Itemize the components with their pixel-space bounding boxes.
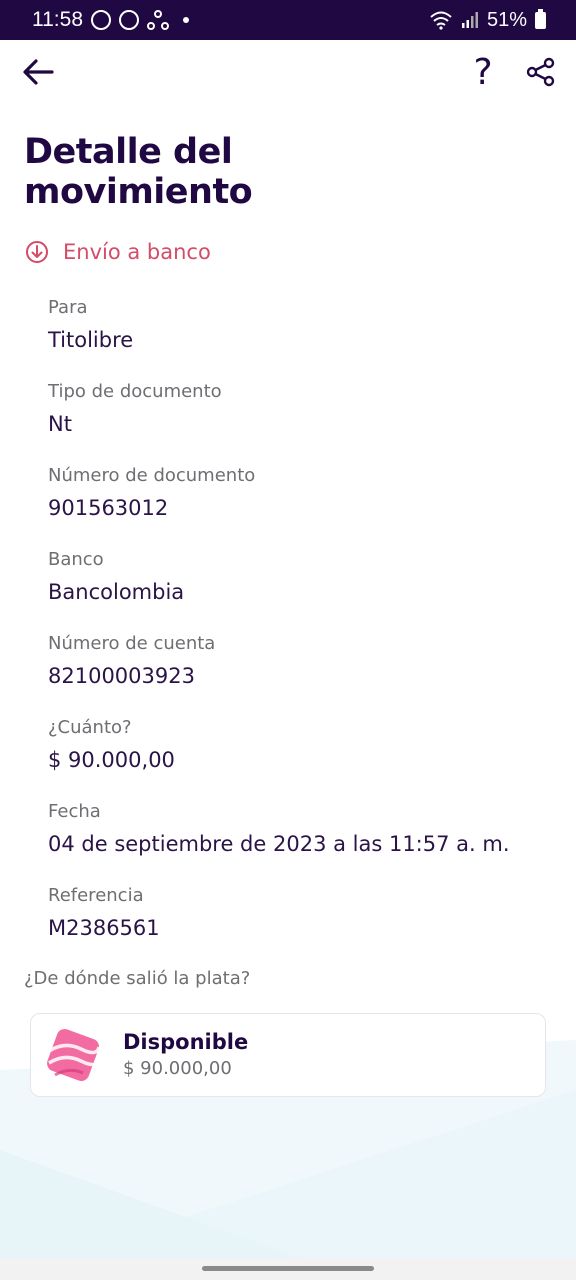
app-bar: ? [0,40,576,104]
source-question: ¿De dónde salió la plata? [24,968,251,989]
detail-item-para: Para Titolibre [48,296,558,380]
whatsapp-icon [91,10,111,30]
detail-item-banco: Banco Bancolombia [48,548,558,632]
help-button[interactable]: ? [464,48,502,96]
detail-value: Nt [48,412,72,436]
page-title: Detalle del movimiento [24,132,253,212]
detail-label: Fecha [48,801,101,822]
arrow-down-circle-icon [26,241,48,263]
arrow-left-icon [23,59,54,85]
status-right: 51% [429,8,546,32]
detail-item-cuanto: ¿Cuánto? $ 90.000,00 [48,716,558,800]
status-left: 11:58 [32,8,189,32]
status-bar: 11:58 51% [0,0,576,40]
help-icon: ? [473,51,493,93]
detail-value: $ 90.000,00 [48,748,175,772]
notification-dot [183,17,189,23]
share-icon [526,57,555,87]
detail-value: Titolibre [48,328,134,352]
detail-item-numero-documento: Número de documento 901563012 [48,464,558,548]
detail-value: M2386561 [48,916,160,940]
detail-label: Número de documento [48,465,256,486]
detail-item-referencia: Referencia M2386561 [48,884,558,968]
share-button[interactable] [520,52,562,92]
detail-value: 82100003923 [48,664,195,688]
wifi-icon [430,11,452,30]
signal-icon [461,12,478,28]
bot-icon [119,10,139,30]
transaction-type-label: Envío a banco [63,240,211,264]
source-account-card: Disponible $ 90.000,00 [30,1013,546,1097]
account-name: Disponible [123,1030,249,1054]
account-amount: $ 90.000,00 [123,1058,232,1079]
detail-label: Tipo de documento [48,381,222,402]
detail-label: ¿Cuánto? [48,717,132,738]
detail-label: Referencia [48,885,144,906]
detail-value: Bancolombia [48,580,185,604]
share-app-icon [147,10,169,30]
system-nav-bar [0,1258,576,1280]
transaction-type: Envío a banco [25,240,211,264]
detail-label: Número de cuenta [48,633,216,654]
home-indicator[interactable] [202,1266,374,1271]
pocket-icon [47,1029,101,1081]
detail-value: 04 de septiembre de 2023 a las 11:57 a. … [48,832,510,856]
detail-value: 901563012 [48,496,169,520]
detail-item-numero-cuenta: Número de cuenta 82100003923 [48,632,558,716]
battery-percent: 51% [486,8,527,31]
battery-icon [535,8,546,29]
detail-label: Para [48,297,88,318]
detail-list: Para Titolibre Tipo de documento Nt Núme… [48,296,558,968]
detail-item-fecha: Fecha 04 de septiembre de 2023 a las 11:… [48,800,558,884]
detail-label: Banco [48,549,104,570]
back-button[interactable] [18,52,58,92]
status-time: 11:58 [32,8,83,31]
card-text: Disponible $ 90.000,00 [123,1028,248,1082]
detail-item-tipo-documento: Tipo de documento Nt [48,380,558,464]
